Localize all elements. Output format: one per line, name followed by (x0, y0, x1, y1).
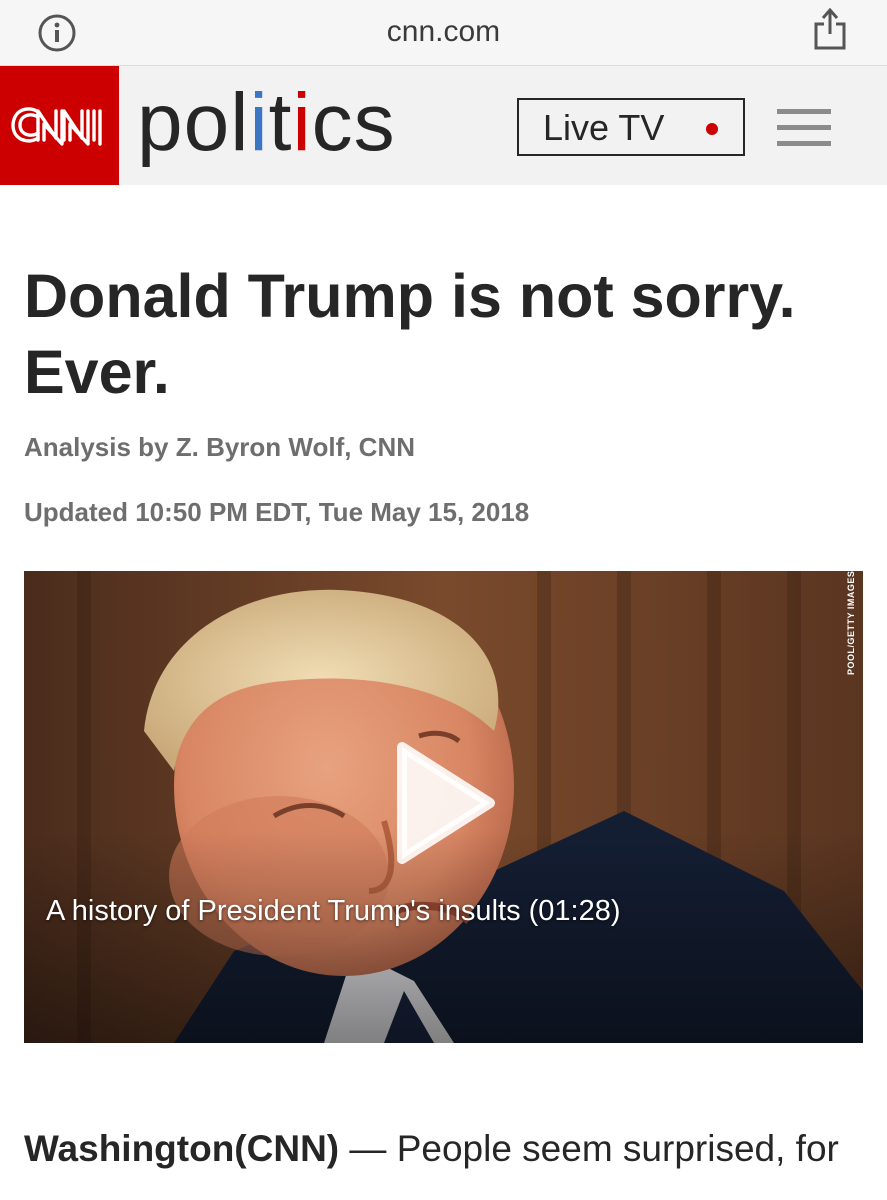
site-header: politics politics Live TV (0, 66, 887, 185)
cnn-logo[interactable] (0, 66, 119, 185)
live-indicator-dot (706, 123, 718, 135)
live-tv-label: Live TV (543, 107, 665, 148)
video-player[interactable]: A history of President Trump's insults (… (24, 571, 863, 1043)
play-icon[interactable] (394, 739, 498, 867)
share-icon[interactable] (810, 6, 850, 52)
article-byline[interactable]: Analysis by Z. Byron Wolf, CNN (24, 432, 415, 463)
live-tv-button[interactable]: Live TV (517, 98, 745, 156)
url-text[interactable]: cnn.com (0, 15, 887, 49)
article-dateline: Washington(CNN) (24, 1128, 340, 1169)
hamburger-menu-icon[interactable] (777, 109, 831, 147)
article-timestamp: Updated 10:50 PM EDT, Tue May 15, 2018 (24, 497, 530, 527)
article-dash: — (339, 1128, 397, 1169)
photo-credit: POOL/GETTY IMAGES (846, 571, 856, 675)
article-body-text: People seem surprised, for (396, 1128, 839, 1169)
cnn-logo-mark (11, 107, 102, 146)
article-body-first-line: Washington(CNN) — People seem surprised,… (24, 1128, 864, 1170)
section-title[interactable]: politics politics (137, 78, 396, 168)
browser-url-bar: cnn.com (0, 0, 887, 66)
video-caption[interactable]: A history of President Trump's insults (… (46, 895, 621, 928)
article-headline: Donald Trump is not sorry. Ever. (24, 262, 796, 406)
